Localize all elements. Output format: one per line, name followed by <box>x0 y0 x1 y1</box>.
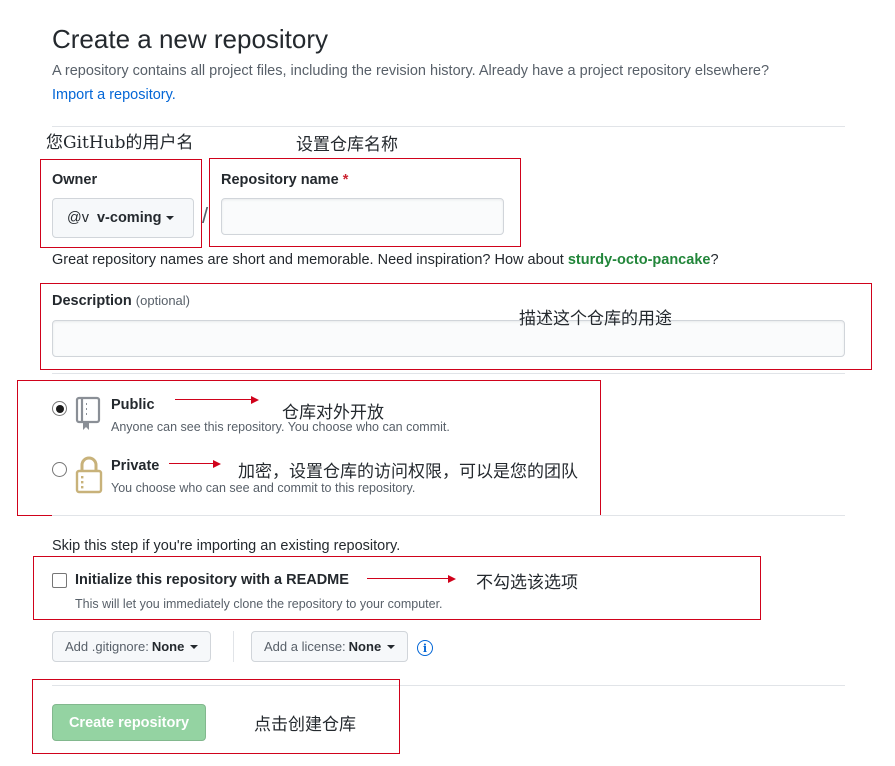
owner-avatar: @v <box>67 210 89 226</box>
repo-name-hint-end: ? <box>710 252 719 268</box>
public-description: Anyone can see this repository. You choo… <box>111 420 450 434</box>
license-dropdown[interactable]: Add a license: None <box>251 631 409 662</box>
visibility-divider <box>52 515 845 516</box>
annotation-create: 点击创建仓库 <box>254 715 356 735</box>
description-divider <box>52 373 845 374</box>
readme-description: This will let you immediately clone the … <box>75 597 443 611</box>
chevron-down-icon <box>387 644 396 649</box>
gitignore-prefix: Add .gitignore: <box>65 639 149 654</box>
annotation-repo-name: 设置仓库名称 <box>296 135 398 155</box>
public-radio[interactable] <box>52 401 67 416</box>
header-divider <box>52 126 845 127</box>
description-label: Description (optional) <box>52 293 190 309</box>
private-title: Private <box>111 458 160 474</box>
info-icon[interactable]: i <box>417 640 433 656</box>
annotation-readme: 不勾选该选项 <box>476 573 578 593</box>
license-prefix: Add a license: <box>264 639 346 654</box>
chevron-down-icon <box>166 216 175 220</box>
annotation-arrow-readme <box>367 573 456 584</box>
owner-label: Owner <box>52 172 98 188</box>
vertical-separator <box>233 631 234 662</box>
chevron-down-icon <box>190 644 199 649</box>
gitignore-value: None <box>151 639 185 654</box>
optional-tag: (optional) <box>135 293 190 308</box>
skip-step-text: Skip this step if you're importing an ex… <box>52 538 401 554</box>
license-value: None <box>348 639 382 654</box>
description-label-text: Description <box>52 293 132 309</box>
annotation-arrow-public <box>175 394 259 405</box>
annotation-public: 仓库对外开放 <box>282 403 384 423</box>
gitignore-dropdown[interactable]: Add .gitignore: None <box>52 631 212 662</box>
annotation-owner: 您GitHub的用户名 <box>46 133 194 153</box>
lock-icon <box>75 456 103 494</box>
description-input[interactable] <box>52 320 845 357</box>
annotation-arrow-private <box>169 458 221 469</box>
owner-username: v-coming <box>96 210 162 226</box>
private-radio[interactable] <box>52 462 67 477</box>
owner-repo-separator: / <box>202 203 209 228</box>
annotation-description: 描述这个仓库的用途 <box>519 309 672 329</box>
repo-name-input[interactable] <box>221 198 504 235</box>
readme-label[interactable]: Initialize this repository with a README <box>75 572 349 588</box>
repo-name-hint-text: Great repository names are short and mem… <box>52 252 568 268</box>
public-title: Public <box>111 397 155 413</box>
owner-dropdown[interactable]: @v v-coming <box>52 198 194 238</box>
repo-name-label-text: Repository name <box>221 172 339 188</box>
required-mark: * <box>342 172 349 188</box>
readme-checkbox[interactable] <box>52 573 67 588</box>
repo-name-hint: Great repository names are short and mem… <box>52 252 719 268</box>
private-description: You choose who can see and commit to thi… <box>111 481 416 495</box>
name-suggestion[interactable]: sturdy-octo-pancake <box>568 252 711 268</box>
repo-name-label: Repository name * <box>221 172 348 188</box>
repo-book-icon <box>75 396 101 430</box>
annotation-private: 加密，设置仓库的访问权限，可以是您的团队 <box>238 462 578 482</box>
import-repository-link[interactable]: Import a repository. <box>52 87 176 103</box>
page-description: A repository contains all project files,… <box>52 63 770 79</box>
create-repository-button[interactable]: Create repository <box>52 704 206 741</box>
page-title: Create a new repository <box>52 24 329 54</box>
